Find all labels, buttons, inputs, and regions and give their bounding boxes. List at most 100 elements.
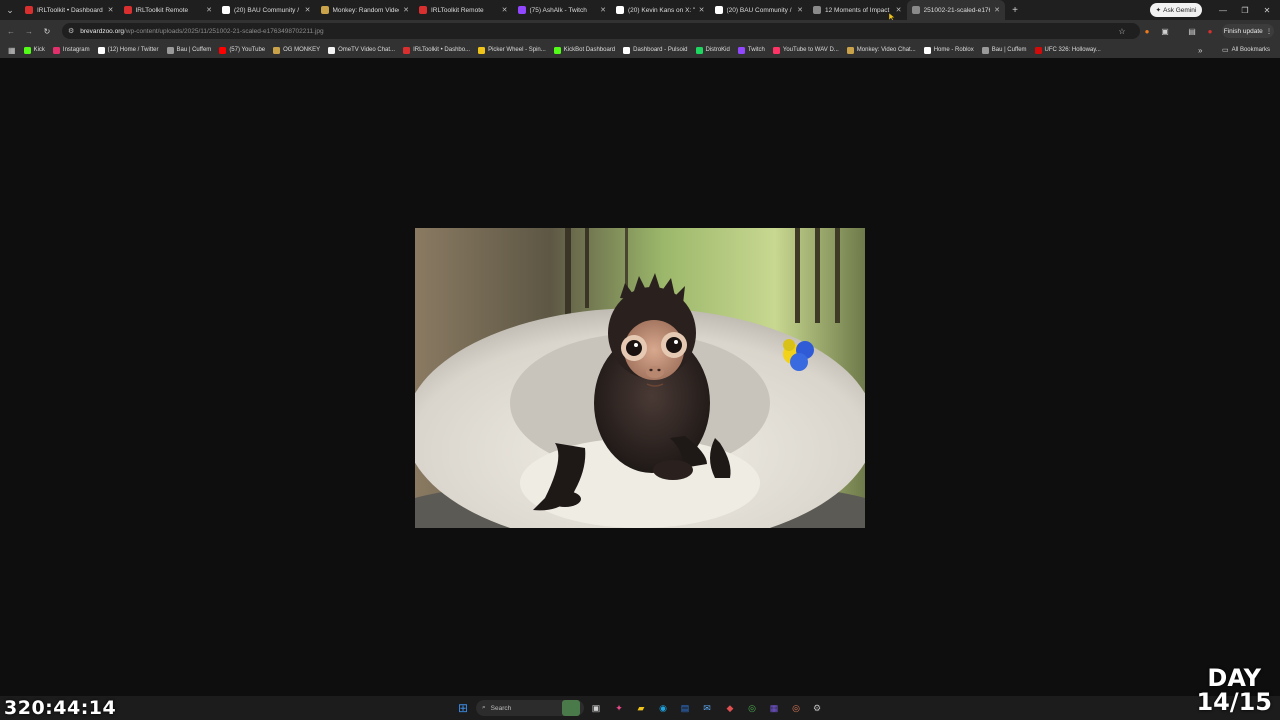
irltoolkit-icon — [419, 6, 427, 14]
bookmark-item[interactable]: Monkey: Video Chat... — [843, 42, 920, 58]
tab-close-icon[interactable]: ✕ — [896, 6, 902, 14]
close-window-icon[interactable]: ✕ — [1256, 0, 1278, 20]
tab-close-icon[interactable]: ✕ — [108, 6, 114, 14]
extensions-puzzle-icon[interactable]: ▣ — [1158, 24, 1172, 38]
tab-5[interactable]: (75) AshAlk - Twitch ✕ — [513, 0, 612, 20]
profile-avatar-icon[interactable]: ● — [1203, 24, 1217, 38]
tab-title: (20) Kevin Kans on X: "F — [628, 6, 695, 14]
maximize-icon[interactable]: ❐ — [1234, 0, 1256, 20]
tab-close-icon[interactable]: ✕ — [600, 6, 606, 14]
bookmark-favicon-icon — [166, 46, 174, 54]
bookmark-item[interactable]: Dashboard - Pulsoid — [619, 42, 691, 58]
tab-close-icon[interactable]: ✕ — [994, 6, 1000, 14]
day-progress: 14/15 — [1196, 688, 1272, 716]
tab-4[interactable]: IRLToolkit Remote ✕ — [414, 0, 513, 20]
bookmark-item[interactable]: Bau | Cuffem — [163, 42, 216, 58]
chrome-profile-icon[interactable]: ◎ — [788, 700, 804, 716]
bookmark-item[interactable]: YouTube to WAV D... — [769, 42, 843, 58]
apps-grid-icon[interactable]: ▦ — [4, 42, 20, 58]
all-bookmarks-button[interactable]: ▭ All Bookmarks — [1222, 42, 1270, 58]
monkey-icon — [320, 6, 329, 14]
store-icon[interactable]: ▤ — [677, 700, 693, 716]
bookmark-item[interactable]: OG MONKEY — [269, 42, 324, 58]
bookmark-favicon-icon — [981, 46, 989, 54]
tab-0[interactable]: IRLToolkit • Dashboard ✕ — [20, 0, 119, 20]
bookmark-label: Bau | Cuffem — [176, 47, 212, 53]
tab-7[interactable]: (20) BAU Community / X ✕ — [710, 0, 809, 20]
tab-search-icon[interactable]: ⌄ — [0, 0, 20, 20]
start-icon[interactable]: ⊞ — [455, 700, 471, 716]
tab-title: Monkey: Random Video — [332, 6, 400, 14]
reload-icon[interactable]: ↻ — [38, 20, 56, 42]
tab-title: IRLToolkit Remote — [135, 6, 189, 14]
extension-icon[interactable]: ● — [1140, 24, 1154, 38]
finish-update-button[interactable]: Finish update ⋮ — [1222, 24, 1274, 38]
tab-close-icon[interactable]: ✕ — [206, 6, 212, 14]
search-icon: ⌕ — [482, 704, 486, 711]
tab-2[interactable]: (20) BAU Community / X ✕ — [217, 0, 316, 20]
bookmark-item[interactable]: DistroKid — [692, 42, 734, 58]
tab-close-icon[interactable]: ✕ — [797, 6, 803, 14]
bookmark-item[interactable]: Bau | Cuffem — [978, 42, 1031, 58]
forward-icon[interactable]: → — [20, 20, 38, 42]
mail-icon[interactable]: ✉ — [699, 700, 715, 716]
task-view-icon[interactable]: ▣ — [588, 700, 604, 716]
site-info-icon[interactable]: ⚙ — [68, 27, 74, 35]
new-tab-icon[interactable]: + — [1005, 5, 1025, 16]
bookmark-item[interactable]: (57) YouTube — [215, 42, 269, 58]
bookmark-favicon-icon — [772, 46, 780, 54]
bookmark-item[interactable]: OmeTV Video Chat... — [324, 42, 399, 58]
irltoolkit-icon — [25, 6, 33, 14]
bookmark-item[interactable]: Kick — [20, 42, 49, 58]
tab-close-icon[interactable]: ✕ — [403, 6, 409, 14]
ask-gemini-button[interactable]: ✦ Ask Gemini — [1150, 3, 1202, 17]
day-counter: DAY 14/15 — [1196, 666, 1272, 714]
tab-close-icon[interactable]: ✕ — [305, 6, 311, 14]
tab-3[interactable]: Monkey: Random Video ✕ — [316, 0, 415, 20]
bookmark-item[interactable]: (12) Home / Twitter — [94, 42, 163, 58]
bookmark-item[interactable]: Twitch — [734, 42, 769, 58]
bookmark-item[interactable]: KickBot Dashboard — [550, 42, 619, 58]
bookmark-star-icon[interactable]: ☆ — [1115, 24, 1129, 38]
tab-search-sidebar-icon[interactable]: ▤ — [1185, 24, 1199, 38]
chrome-icon[interactable]: ◎ — [744, 700, 760, 716]
tab-close-icon[interactable]: ✕ — [502, 6, 508, 14]
bookmark-item[interactable]: Home - Roblox — [920, 42, 978, 58]
bookmark-item[interactable]: UFC 326: Holloway... — [1031, 42, 1105, 58]
edge-icon[interactable]: ◉ — [655, 700, 671, 716]
bookmark-item[interactable]: Picker Wheel - Spin... — [474, 42, 550, 58]
tab-title: IRLToolkit Remote — [431, 6, 484, 14]
bookmark-favicon-icon — [97, 46, 105, 54]
more-bookmarks-icon[interactable]: » — [1198, 42, 1202, 58]
taskbar: ⊞ ⌕ Search ▣ ✦ ▰ ◉ ▤ ✉ ◆ ◎ ▦ ◎ ⚙ — [0, 696, 1280, 720]
bookmark-label: Dashboard - Pulsoid — [633, 47, 688, 53]
address-bar[interactable]: ⚙ brevardzoo.org/wp-content/uploads/2025… — [62, 23, 1140, 39]
tab-9[interactable]: 251002-21-scaled-e17634✕ — [906, 0, 1005, 20]
app-icon[interactable]: ◆ — [722, 700, 738, 716]
tab-close-icon[interactable]: ✕ — [699, 6, 705, 14]
settings-icon[interactable]: ⚙ — [809, 700, 825, 716]
gemini-icon: ✦ — [1155, 7, 1162, 14]
minimize-icon[interactable]: — — [1212, 0, 1234, 20]
copilot-icon[interactable]: ✦ — [611, 700, 627, 716]
widget-icon[interactable] — [562, 700, 580, 716]
bookmark-item[interactable]: IRLToolkit • Dashbo... — [399, 42, 474, 58]
app-grid-icon[interactable]: ▦ — [766, 700, 782, 716]
tab-list: IRLToolkit • Dashboard ✕ IRLToolkit Remote… — [20, 0, 1005, 20]
tab-title: 251002-21-scaled-e17634 — [923, 6, 991, 14]
x-icon — [222, 6, 230, 14]
bookmark-item[interactable]: Instagram — [49, 42, 94, 58]
tab-1[interactable]: IRLToolkit Remote ✕ — [119, 0, 218, 20]
file-explorer-icon[interactable]: ▰ — [633, 700, 649, 716]
bookmark-label: Bau | Cuffem — [991, 47, 1027, 53]
bookmark-label: Twitch — [747, 47, 765, 53]
bookmark-label: Instagram — [62, 47, 90, 53]
bookmark-favicon-icon — [623, 46, 631, 54]
screen: ⌄ IRLToolkit • Dashboard ✕ IRLToolkit Remo… — [0, 0, 1280, 720]
back-icon[interactable]: ← — [2, 20, 20, 42]
bookmark-label: OmeTV Video Chat... — [338, 47, 396, 53]
bookmark-label: Monkey: Video Chat... — [856, 47, 916, 53]
bookmark-favicon-icon — [695, 46, 703, 54]
tab-6[interactable]: (20) Kevin Kans on X: "F ✕ — [611, 0, 710, 20]
bookmark-label: Kick — [33, 47, 45, 53]
